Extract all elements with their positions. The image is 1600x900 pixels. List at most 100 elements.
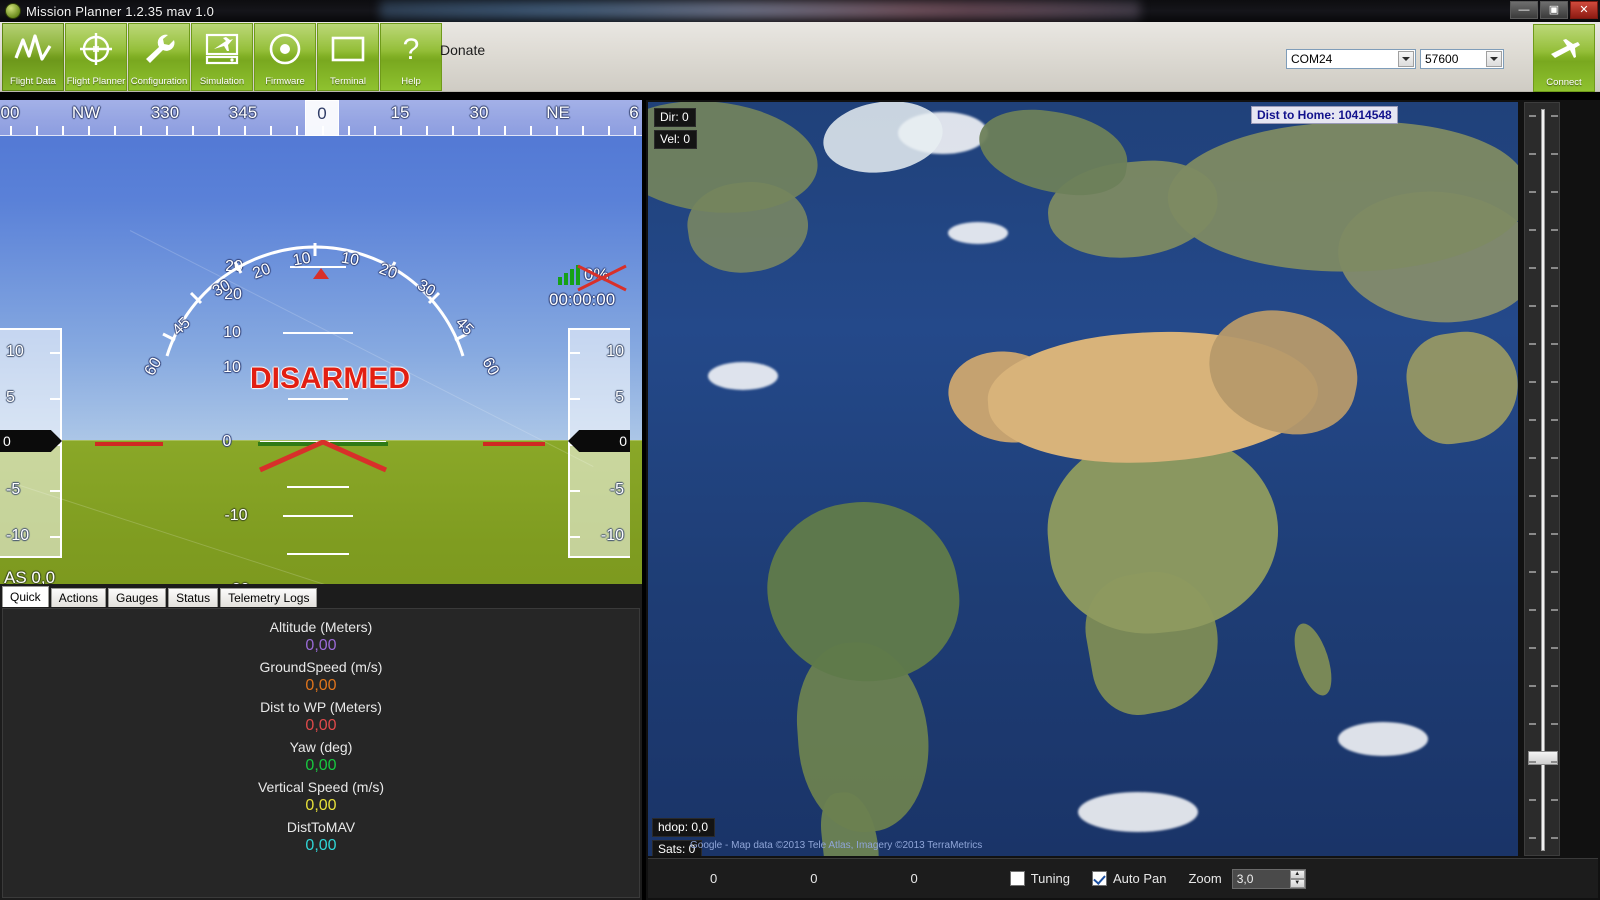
tuning-checkbox[interactable]: [1009, 871, 1025, 886]
quick-item-label: Vertical Speed (m/s): [257, 779, 385, 795]
zoom-slider-tick: [1529, 267, 1536, 269]
minimize-button[interactable]: —: [1510, 1, 1538, 19]
zoom-slider-tick: [1529, 343, 1536, 345]
map-landmass: [1287, 619, 1339, 700]
tuning-label: Tuning: [1030, 871, 1070, 886]
altitude-label: -5: [609, 481, 624, 498]
map-dir-overlay: Dir: 0: [654, 108, 696, 127]
zoom-slider-tick: [1529, 685, 1536, 687]
window-title: Mission Planner 1.2.35 mav 1.0: [26, 3, 215, 19]
data-tab-gauges[interactable]: Gauges: [108, 588, 167, 607]
airspeed-label: 10: [6, 343, 24, 360]
signal-cross-out-icon: [577, 264, 627, 292]
zoom-slider-tick: [1551, 609, 1558, 611]
zoom-slider-tick: [1551, 115, 1558, 117]
chevron-down-icon[interactable]: [1398, 51, 1414, 67]
quick-item-label: Altitude (Meters): [269, 619, 373, 635]
main-toolbar: Flight Data Flight Planner Configuration Si…: [0, 22, 1600, 92]
toolbar-tab-terminal[interactable]: Terminal: [317, 23, 379, 91]
zoom-slider-tick: [1551, 723, 1558, 725]
zoom-slider-tick: [1529, 115, 1536, 117]
toolbar-tab-label: Flight Data: [10, 76, 56, 87]
wrench-icon: [129, 30, 189, 68]
toolbar-tab-flight-planner[interactable]: Flight Planner: [65, 23, 127, 91]
pitch-label: 0: [222, 433, 232, 450]
data-tab-actions[interactable]: Actions: [50, 588, 107, 607]
map-attribution: Google - Map data ©2013 Tele Atlas, Imag…: [690, 840, 983, 851]
zoom-increment-button[interactable]: ▲: [1289, 869, 1305, 879]
zoom-slider-tick: [1551, 267, 1558, 269]
crosshair-icon: [66, 30, 126, 68]
zoom-slider-tick: [1551, 457, 1558, 459]
chevron-down-icon[interactable]: [1486, 51, 1502, 67]
toolbar-tab-strip: Flight Data Flight Planner Configuration Si…: [2, 23, 443, 91]
zoom-slider-tick: [1529, 419, 1536, 421]
connect-button[interactable]: Connect: [1533, 24, 1595, 92]
data-tab-status[interactable]: Status: [168, 588, 219, 607]
toolbar-tab-flight-data[interactable]: Flight Data: [2, 23, 64, 91]
map-cloud: [1338, 722, 1428, 756]
zoom-slider-tick: [1529, 305, 1536, 307]
com-port-select[interactable]: COM24: [1286, 49, 1416, 69]
zoom-slider-tick: [1551, 305, 1558, 307]
quick-item-label: DistToMAV: [286, 819, 356, 835]
baud-rate-select[interactable]: 57600: [1420, 49, 1504, 69]
zoom-spinner[interactable]: 3,0 ▲ ▼: [1231, 868, 1306, 889]
zoom-slider-tick: [1551, 799, 1558, 801]
zoom-slider-tick: [1551, 495, 1558, 497]
zoom-slider-tick: [1529, 761, 1536, 763]
map-landmass: [756, 489, 970, 695]
data-tab-quick[interactable]: Quick: [2, 586, 49, 607]
altitude-cursor: 0: [568, 430, 630, 452]
armed-status: DISARMED: [250, 362, 411, 395]
zoom-slider-tick: [1551, 533, 1558, 535]
map-cloud: [1078, 792, 1198, 832]
toolbar-tab-simulation[interactable]: Simulation: [191, 23, 253, 91]
com-port-value: COM24: [1291, 52, 1333, 66]
waveform-icon: [3, 30, 63, 68]
zoom-slider-tick: [1529, 647, 1536, 649]
altitude-tick: [570, 352, 580, 354]
map-hdop-overlay: hdop: 0,0: [652, 818, 716, 837]
zoom-slider-tick: [1551, 761, 1558, 763]
airspeed-tick: [50, 398, 60, 400]
map-value-1: 0: [710, 871, 718, 886]
zoom-slider-track[interactable]: [1541, 109, 1545, 851]
maximize-icon: ▣: [1548, 3, 1560, 16]
disc-icon: [255, 30, 315, 68]
quick-item-value: 0,00: [305, 797, 337, 814]
zoom-spinner-buttons[interactable]: ▲ ▼: [1289, 869, 1305, 888]
maximize-button[interactable]: ▣: [1540, 1, 1568, 19]
zoom-slider-tick: [1529, 609, 1536, 611]
quick-item-label: GroundSpeed (m/s): [259, 659, 383, 675]
toolbar-tab-firmware[interactable]: Firmware: [254, 23, 316, 91]
map-view[interactable]: Dir: 0 Vel: 0 hdop: 0,0 Sats: 0 Google -…: [648, 102, 1518, 856]
altitude-tick: [570, 536, 580, 538]
airspeed-label: -10: [6, 527, 30, 544]
airspeed-tick: [50, 490, 60, 492]
close-button[interactable]: ✕: [1570, 1, 1598, 19]
altitude-label: 10: [606, 343, 624, 360]
zoom-slider-tick: [1529, 381, 1536, 383]
donate-link[interactable]: Donate: [440, 42, 485, 58]
airspeed-label: 5: [6, 389, 15, 406]
quick-panel: Altitude (Meters) 0,00 GroundSpeed (m/s) 0,…: [2, 608, 640, 898]
airspeed-readout: AS 0,0: [4, 568, 56, 584]
toolbar-tab-label: Firmware: [265, 76, 305, 87]
baud-rate-value: 57600: [1425, 52, 1459, 66]
altitude-label: -10: [600, 527, 624, 544]
map-zoom-slider[interactable]: [1524, 102, 1560, 856]
data-tab-telemetry-logs[interactable]: Telemetry Logs: [220, 588, 318, 607]
airspeed-cursor-value: 0: [3, 433, 11, 449]
roll-angle-label: 10: [339, 249, 361, 270]
map-value-2: 0: [810, 871, 818, 886]
connect-button-label: Connect: [1546, 77, 1582, 88]
airspeed-tick: [50, 536, 60, 538]
zoom-slider-tick: [1529, 191, 1536, 193]
zoom-decrement-button[interactable]: ▼: [1289, 878, 1305, 888]
auto-pan-checkbox[interactable]: [1091, 871, 1107, 886]
hud-panel[interactable]: 00NW3303451530NE6 0 20100-10-202010 6045…: [0, 100, 642, 584]
toolbar-tab-help[interactable]: ? Help: [380, 23, 442, 91]
map-status-bar: 0 0 0 Tuning Auto Pan Zoom 3,0 ▲ ▼: [648, 858, 1598, 898]
toolbar-tab-configuration[interactable]: Configuration: [128, 23, 190, 91]
